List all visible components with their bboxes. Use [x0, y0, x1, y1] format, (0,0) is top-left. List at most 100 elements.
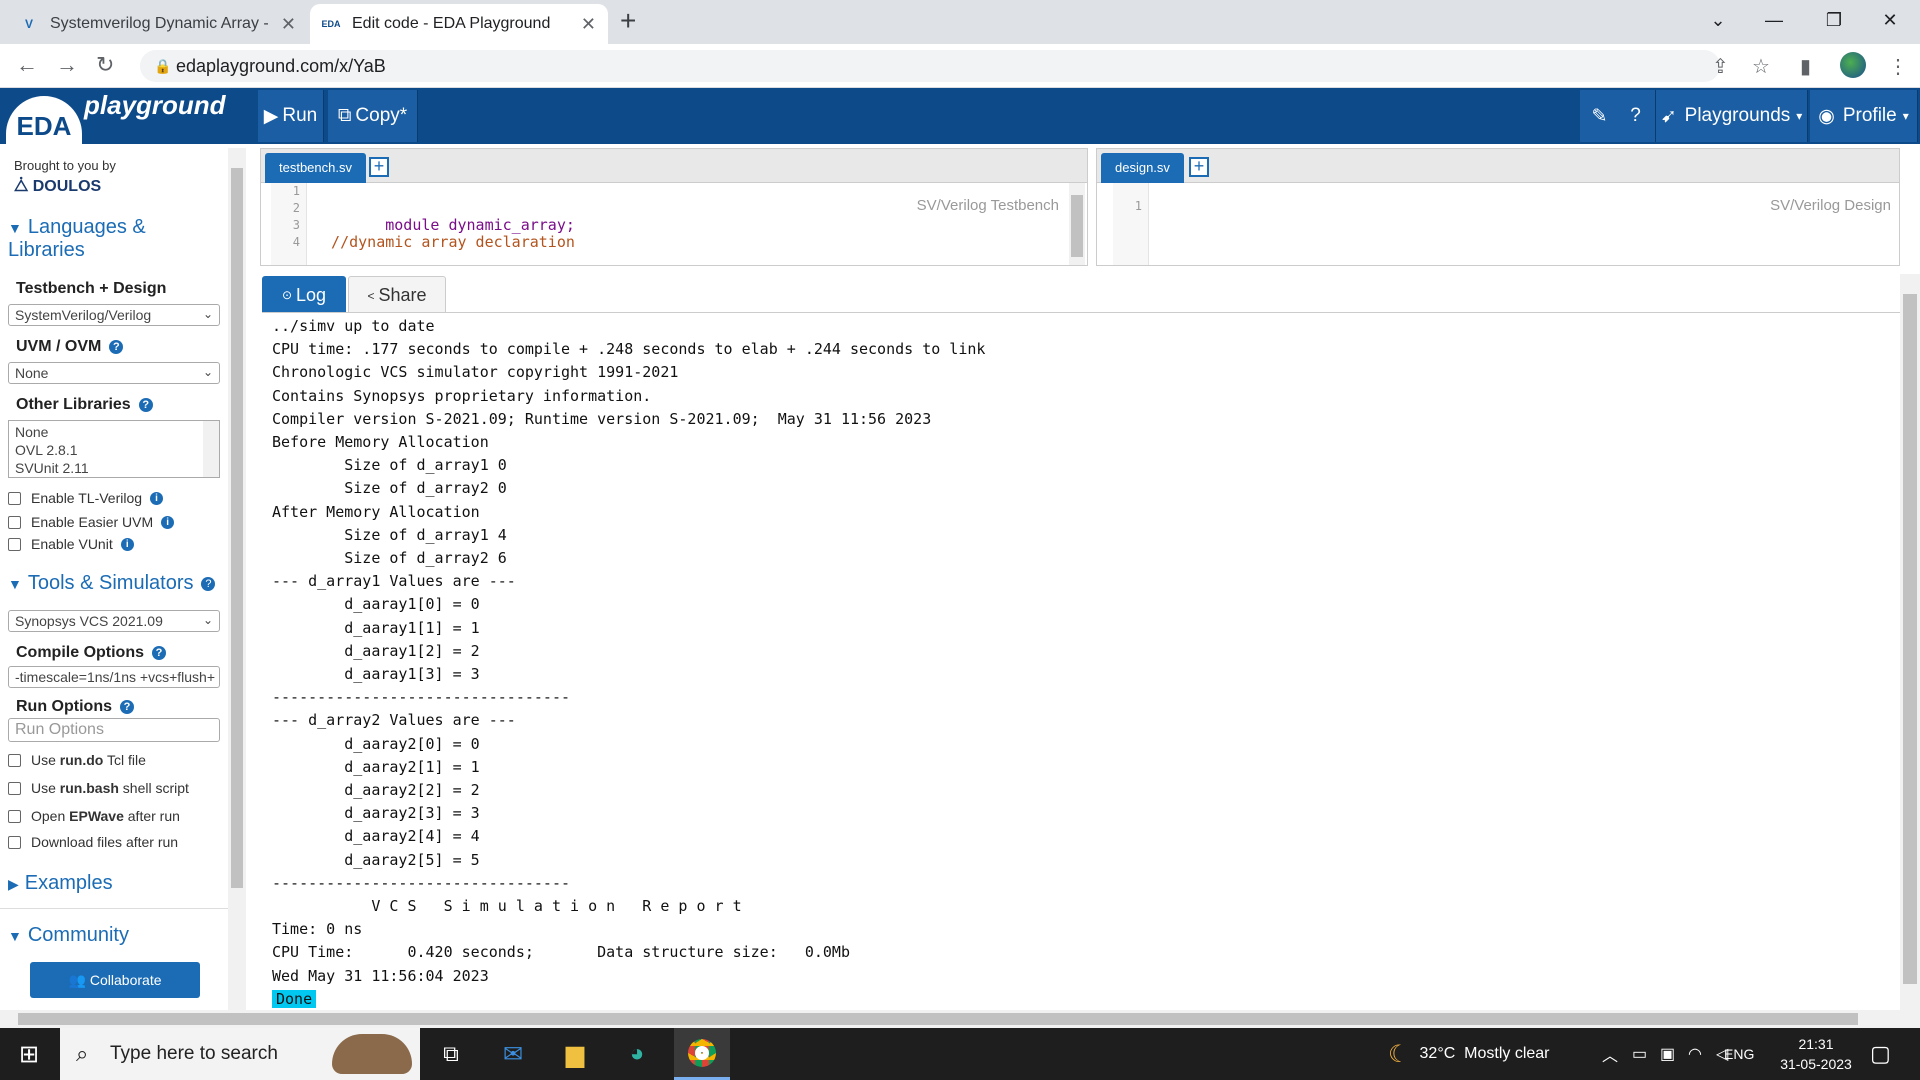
language-indicator[interactable]: ENG	[1724, 1028, 1754, 1080]
horizontal-scrollbar[interactable]	[0, 1010, 1920, 1028]
help-icon[interactable]: ?	[201, 576, 216, 591]
show-hidden-icons-icon[interactable]: ︿	[1602, 1028, 1618, 1080]
list-item[interactable]: OVL 2.8.1	[15, 441, 213, 459]
tab-design-sv[interactable]: design.sv	[1101, 153, 1184, 183]
help-icon[interactable]: ?	[119, 699, 134, 714]
run-options-label: Run Options?	[16, 698, 134, 716]
mail-icon[interactable]: ✉	[488, 1028, 538, 1080]
checkbox-box[interactable]	[8, 491, 21, 505]
open-epwave-checkbox[interactable]: Open EPWave after run	[8, 808, 180, 824]
eda-playground-logo[interactable]: EDA playground	[6, 90, 226, 146]
enable-easier-uvm-checkbox[interactable]: Enable Easier UVM i	[8, 514, 175, 530]
simulator-select[interactable]: Synopsys VCS 2021.09 ⌄	[8, 610, 220, 632]
testbench-language-select[interactable]: SystemVerilog/Verilog ⌄	[8, 304, 220, 326]
minimize-button[interactable]: —	[1746, 0, 1802, 40]
chrome-menu-icon[interactable]: ⋮	[1888, 54, 1908, 79]
help-icon[interactable]: ?	[152, 645, 166, 660]
other-libraries-listbox[interactable]: None OVL 2.8.1 SVUnit 2.11	[8, 420, 220, 478]
windows-start-icon[interactable]: ⊞	[0, 1028, 58, 1080]
info-icon[interactable]: i	[161, 515, 175, 529]
code-area[interactable]: module dynamic_array; //dynamic array de…	[313, 183, 1063, 265]
checkbox-box[interactable]	[8, 515, 21, 529]
editor-mode-label: SV/Verilog Design	[1770, 197, 1891, 214]
compile-options-input[interactable]: -timescale=1ns/1ns +vcs+flush+	[8, 666, 220, 688]
checkbox-box[interactable]	[8, 753, 21, 767]
checkbox-box[interactable]	[8, 835, 21, 849]
run-button[interactable]: ▶ Run	[258, 90, 324, 142]
languages-heading[interactable]: ▼ Languages & Libraries	[8, 216, 208, 261]
sidebar-scrollbar[interactable]	[228, 148, 246, 1010]
playgrounds-menu[interactable]: ➹ Playgrounds ▾	[1656, 90, 1808, 142]
checkbox-box[interactable]	[8, 781, 21, 795]
tab-log[interactable]: ⊙ Log	[262, 276, 346, 314]
use-run-bash-checkbox[interactable]: Use run.bash shell script	[8, 780, 189, 796]
use-run-do-checkbox[interactable]: Use run.do Tcl file	[8, 752, 146, 768]
task-view-icon[interactable]: ⧉	[426, 1028, 476, 1080]
list-item[interactable]: None	[15, 423, 213, 441]
listbox-scrollbar[interactable]	[203, 421, 219, 477]
run-options-text: Run Options	[16, 698, 112, 715]
close-window-button[interactable]: ✕	[1862, 0, 1918, 40]
tab-share[interactable]: < Share	[348, 276, 446, 314]
profile-avatar[interactable]	[1840, 52, 1866, 78]
file-explorer-icon[interactable]: ▆	[550, 1028, 600, 1080]
notifications-icon[interactable]: ▢	[1870, 1028, 1891, 1080]
scroll-thumb[interactable]	[1071, 195, 1083, 257]
checkbox-label: Enable Easier UVM	[31, 514, 154, 530]
checkbox-box[interactable]	[8, 537, 21, 551]
add-file-icon[interactable]: +	[1189, 157, 1209, 177]
tools-simulators-heading[interactable]: ▼ Tools & Simulators?	[8, 572, 216, 595]
weather-widget[interactable]: ☾ 32°C Mostly clear	[1388, 1028, 1550, 1080]
list-item[interactable]: SVUnit 2.11	[15, 459, 213, 477]
editor-scrollbar[interactable]	[1069, 183, 1085, 265]
enable-tl-verilog-checkbox[interactable]: Enable TL-Verilog i	[8, 490, 164, 506]
lock-icon[interactable]: 🔒	[154, 58, 171, 75]
meet-now-icon[interactable]: ▣	[1660, 1028, 1675, 1080]
enable-vunit-checkbox[interactable]: Enable VUnit i	[8, 536, 134, 552]
new-tab-button[interactable]: +	[620, 6, 636, 36]
browser-tab-eda-playground[interactable]: EDA Edit code - EDA Playground ✕	[310, 4, 608, 44]
copy-button[interactable]: ⧉ Copy*	[328, 90, 418, 142]
info-icon[interactable]: i	[120, 537, 134, 551]
help-icon[interactable]: ?	[1616, 90, 1656, 142]
doulos-logo[interactable]: ⧊ DOULOS	[14, 178, 101, 196]
bookmark-star-icon[interactable]: ☆	[1752, 54, 1770, 79]
uvm-select[interactable]: None ⌄	[8, 362, 220, 384]
profile-menu[interactable]: ◉ Profile ▾	[1810, 90, 1918, 142]
examples-heading[interactable]: ▶ Examples	[8, 872, 113, 895]
checkbox-box[interactable]	[8, 809, 21, 823]
chrome-icon[interactable]	[674, 1028, 730, 1080]
restore-button[interactable]: ❐	[1806, 0, 1862, 40]
taskbar-search[interactable]: ⌕ Type here to search	[60, 1028, 420, 1080]
clock[interactable]: 21:31 31-05-2023	[1764, 1028, 1868, 1080]
edge-icon[interactable]: ◕	[612, 1028, 662, 1080]
edit-icon[interactable]: ✎	[1580, 90, 1620, 142]
battery-icon[interactable]: ▭	[1632, 1028, 1647, 1080]
scroll-thumb[interactable]	[18, 1013, 1858, 1025]
code-text: module dynamic_array;	[385, 216, 575, 234]
forward-icon[interactable]: →	[56, 52, 78, 78]
info-icon[interactable]: i	[150, 491, 164, 505]
scroll-thumb[interactable]	[231, 168, 243, 888]
side-panel-icon[interactable]: ▮	[1800, 54, 1811, 79]
download-files-checkbox[interactable]: Download files after run	[8, 834, 178, 850]
collaborate-button[interactable]: 👥 Collaborate	[30, 962, 200, 998]
help-icon[interactable]: ?	[109, 339, 124, 354]
browser-tab-dynamic-array[interactable]: V Systemverilog Dynamic Array - V ✕	[8, 4, 308, 44]
help-icon[interactable]: ?	[138, 397, 153, 412]
scroll-thumb[interactable]	[1903, 294, 1917, 984]
log-scrollbar[interactable]	[1900, 274, 1920, 1010]
add-file-icon[interactable]: +	[369, 157, 389, 177]
run-options-input[interactable]: Run Options	[8, 718, 220, 742]
code-area[interactable]	[1149, 183, 1875, 265]
back-icon[interactable]: ←	[16, 52, 38, 78]
tab-search-chevron-icon[interactable]: ⌄	[1690, 0, 1746, 40]
close-tab-icon[interactable]: ✕	[581, 14, 596, 35]
share-icon[interactable]: ⇪	[1712, 54, 1729, 79]
wifi-icon[interactable]: ◠	[1688, 1028, 1702, 1080]
reload-icon[interactable]: ↻	[96, 52, 114, 78]
tab-testbench-sv[interactable]: testbench.sv	[265, 153, 366, 183]
close-tab-icon[interactable]: ✕	[281, 14, 296, 35]
community-heading[interactable]: ▼ Community	[8, 924, 129, 947]
url-field[interactable]: 🔒 edaplayground.com/x/YaB	[140, 50, 1720, 82]
